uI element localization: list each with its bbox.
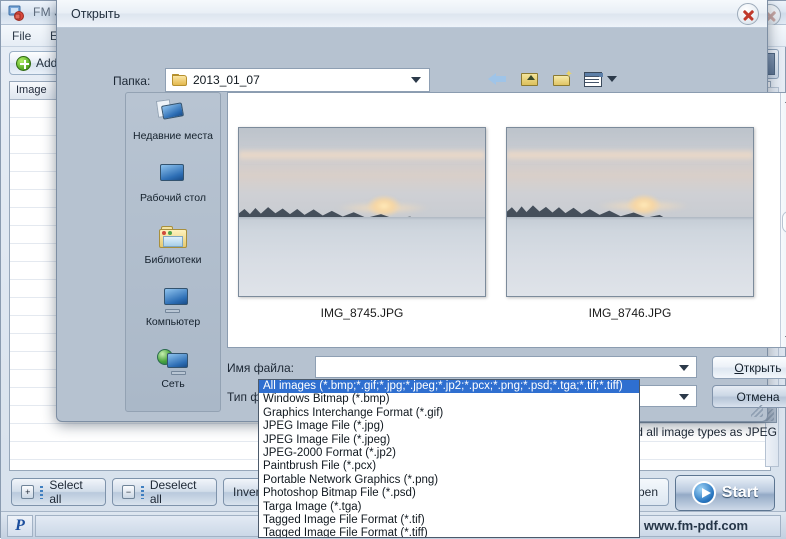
list-item[interactable]: IMG_8745.JPG — [232, 127, 492, 320]
grid-column-image[interactable]: Image — [10, 84, 47, 96]
filetype-option[interactable]: Targa Image (*.tga) — [259, 501, 639, 514]
filetype-option[interactable]: Photoshop Bitmap File (*.psd) — [259, 487, 639, 500]
sidebar-item-network[interactable]: Сеть — [126, 345, 220, 407]
sidebar-item-recent-places[interactable]: Недавние места — [126, 97, 220, 159]
file-list-scrollbar[interactable] — [780, 93, 786, 347]
view-mode-icon[interactable] — [583, 69, 605, 89]
filename-input[interactable] — [315, 356, 697, 378]
sidebar-item-label: Недавние места — [133, 130, 213, 142]
dots-icon — [40, 485, 44, 499]
folder-combobox[interactable]: 2013_01_07 — [165, 68, 430, 92]
filetype-dropdown-list[interactable]: All images (*.bmp;*.gif;*.jpg;*.jpeg;*.j… — [258, 379, 640, 538]
chevron-down-icon[interactable] — [679, 394, 689, 400]
app-logo-icon — [8, 5, 26, 21]
thumbnail-image — [238, 127, 486, 297]
deselect-all-label: Deselect all — [149, 478, 197, 506]
sidebar-item-computer[interactable]: Компьютер — [126, 283, 220, 345]
chevron-down-icon[interactable] — [679, 365, 689, 371]
folder-label: Папка: — [113, 74, 151, 88]
cancel-button-label: Отмена — [736, 389, 780, 404]
dialog-titlebar: Открыть — [57, 0, 767, 28]
sidebar-item-label: Рабочий стол — [140, 192, 206, 204]
list-item[interactable]: IMG_8746.JPG — [500, 127, 760, 320]
scrollbar-thumb[interactable] — [782, 211, 786, 233]
libraries-icon — [156, 223, 190, 253]
deselect-all-button[interactable]: − Deselect all — [112, 478, 217, 506]
sidebar-item-desktop[interactable]: Рабочий стол — [126, 159, 220, 221]
dialog-navigation-toolbar: ✦ — [487, 66, 617, 92]
start-button[interactable]: Start — [675, 475, 775, 511]
menu-item-file[interactable]: File — [7, 29, 36, 43]
dialog-close-button[interactable] — [737, 3, 759, 25]
convert-note-label: d all image types as JPEG — [636, 425, 777, 439]
scroll-up-icon[interactable] — [781, 93, 786, 109]
folder-icon — [172, 74, 187, 86]
start-button-label: Start — [721, 484, 759, 501]
file-name-label: IMG_8746.JPG — [588, 306, 672, 320]
open-file-dialog: Открыть Папка: 2013_01_07 ✦ Недавние мес… — [56, 0, 786, 422]
desktop-icon — [156, 161, 190, 191]
chevron-down-icon[interactable] — [607, 76, 617, 82]
file-name-label: IMG_8745.JPG — [320, 306, 404, 320]
filetype-option[interactable]: Windows Bitmap (*.bmp) — [259, 393, 639, 406]
places-sidebar: Недавние места Рабочий стол Библиотеки К… — [125, 92, 221, 412]
thumbnail-image — [506, 127, 754, 297]
sidebar-item-label: Компьютер — [145, 316, 201, 328]
sidebar-item-label: Сеть — [161, 378, 185, 390]
computer-icon — [156, 285, 190, 315]
filetype-option[interactable]: Tagged Image File Format (*.tif) — [259, 514, 639, 527]
resize-grip-icon[interactable] — [751, 405, 763, 417]
add-button-label: Add — [36, 56, 58, 70]
sidebar-item-label: Библиотеки — [144, 254, 202, 266]
filetype-option[interactable]: All images (*.bmp;*.gif;*.jpg;*.jpeg;*.j… — [259, 380, 639, 394]
plus-icon — [16, 55, 31, 71]
new-folder-icon[interactable]: ✦ — [551, 69, 573, 89]
dialog-cancel-button[interactable]: Отмена — [712, 385, 786, 408]
folder-combobox-value: 2013_01_07 — [193, 73, 260, 87]
file-list-view[interactable]: IMG_8745.JPG IMG_8746.JPG — [227, 92, 786, 348]
filetype-option[interactable]: Paintbrush File (*.pcx) — [259, 460, 639, 473]
network-icon — [156, 347, 190, 377]
sidebar-item-libraries[interactable]: Библиотеки — [126, 221, 220, 283]
open-button-accel: О — [734, 360, 744, 375]
scroll-down-icon[interactable] — [781, 331, 786, 347]
select-all-button[interactable]: + Select all — [11, 478, 106, 506]
filetype-option[interactable]: JPEG Image File (*.jpg) — [259, 420, 639, 433]
dots-icon — [141, 485, 144, 499]
filename-label: Имя файла: — [227, 361, 294, 375]
dialog-body: Папка: 2013_01_07 ✦ Недавние места Рабоч… — [57, 28, 786, 420]
filetype-option[interactable]: JPEG-2000 Format (*.jp2) — [259, 447, 639, 460]
plus-box-icon: + — [21, 485, 35, 499]
back-arrow-icon[interactable] — [487, 69, 509, 89]
filetype-option[interactable]: JPEG Image File (*.jpeg) — [259, 434, 639, 447]
chevron-down-icon — [411, 77, 421, 83]
select-all-label: Select all — [49, 478, 83, 506]
dialog-open-button[interactable]: Открыть — [712, 356, 786, 379]
folder-up-icon[interactable] — [519, 69, 541, 89]
paypal-icon[interactable]: P — [7, 515, 33, 537]
filetype-option[interactable]: Tagged Image File Format (*.tiff) — [259, 527, 639, 537]
minus-box-icon: − — [122, 485, 136, 499]
filetype-option[interactable]: Portable Network Graphics (*.png) — [259, 474, 639, 487]
close-icon — [737, 3, 759, 25]
dialog-title: Открыть — [71, 7, 121, 21]
filetype-option[interactable]: Graphics Interchange Format (*.gif) — [259, 407, 639, 420]
open-button-label: ткрыть — [743, 360, 782, 375]
recent-places-icon — [155, 99, 190, 129]
play-icon — [691, 481, 716, 505]
